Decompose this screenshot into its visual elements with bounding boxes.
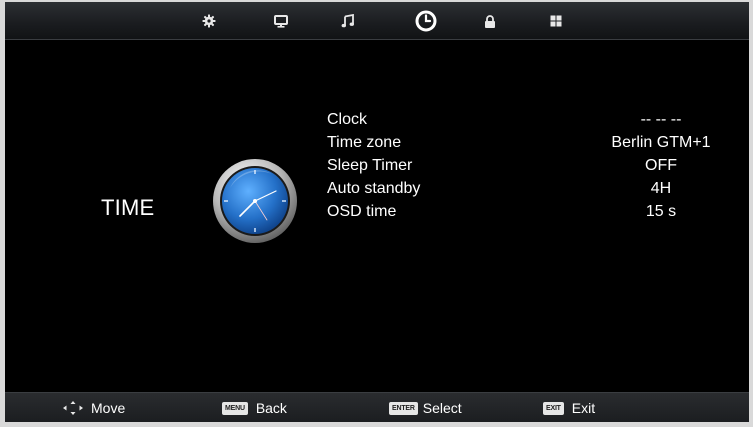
tab-time[interactable] bbox=[411, 6, 441, 36]
tab-setup[interactable] bbox=[541, 6, 571, 36]
hint-back: MENU Back bbox=[222, 393, 287, 422]
hint-exit-label: Exit bbox=[571, 400, 596, 416]
hint-back-label: Back bbox=[255, 400, 287, 416]
monitor-icon bbox=[274, 14, 288, 28]
dpad-arrows-icon bbox=[63, 401, 83, 415]
osd-time-value: 15 s bbox=[645, 203, 677, 220]
grid-icon bbox=[550, 15, 562, 27]
menu-item-clock[interactable]: Clock bbox=[327, 109, 367, 131]
analog-clock-icon bbox=[213, 159, 297, 243]
section-title: TIME bbox=[101, 195, 155, 220]
sleep-timer-value: OFF bbox=[645, 157, 677, 174]
hint-move: Move bbox=[63, 393, 125, 422]
time-zone-value: Berlin GTM+1 bbox=[611, 134, 711, 151]
hint-move-label: Move bbox=[91, 400, 126, 416]
music-note-icon bbox=[341, 14, 354, 28]
menu-item-time-zone[interactable]: Time zone bbox=[327, 132, 401, 154]
menu-item-sleep-timer[interactable]: Sleep Timer bbox=[327, 155, 412, 177]
exit-key-icon: EXIT bbox=[543, 401, 564, 415]
tab-sound[interactable] bbox=[333, 6, 363, 36]
menu-tab-bar bbox=[5, 2, 749, 40]
menu-item-auto-standby[interactable]: Auto standby bbox=[327, 178, 420, 200]
key-hint-bar: Move MENU Back ENTER Select EXIT Exit bbox=[5, 392, 749, 422]
auto-standby-value: 4H bbox=[650, 180, 672, 197]
hint-exit: EXIT Exit bbox=[543, 393, 595, 422]
tab-lock[interactable] bbox=[475, 6, 505, 36]
settings-gear-icon bbox=[202, 14, 216, 28]
lock-icon bbox=[485, 14, 495, 28]
menu-item-osd-time[interactable]: OSD time bbox=[327, 201, 396, 223]
hint-select: ENTER Select bbox=[389, 393, 462, 422]
enter-key-icon: ENTER bbox=[389, 401, 418, 415]
hint-select-label: Select bbox=[422, 400, 462, 416]
tab-screen[interactable] bbox=[266, 6, 296, 36]
tab-picture[interactable] bbox=[194, 6, 224, 36]
clock-icon bbox=[415, 10, 437, 32]
time-settings-panel: TIME Clock Time zone Sleep Timer Auto st… bbox=[5, 40, 749, 392]
tv-osd-screen: TIME Clock Time zone Sleep Timer Auto st… bbox=[5, 2, 749, 422]
menu-key-icon: MENU bbox=[222, 401, 248, 415]
clock-value: -- -- -- bbox=[640, 111, 682, 128]
